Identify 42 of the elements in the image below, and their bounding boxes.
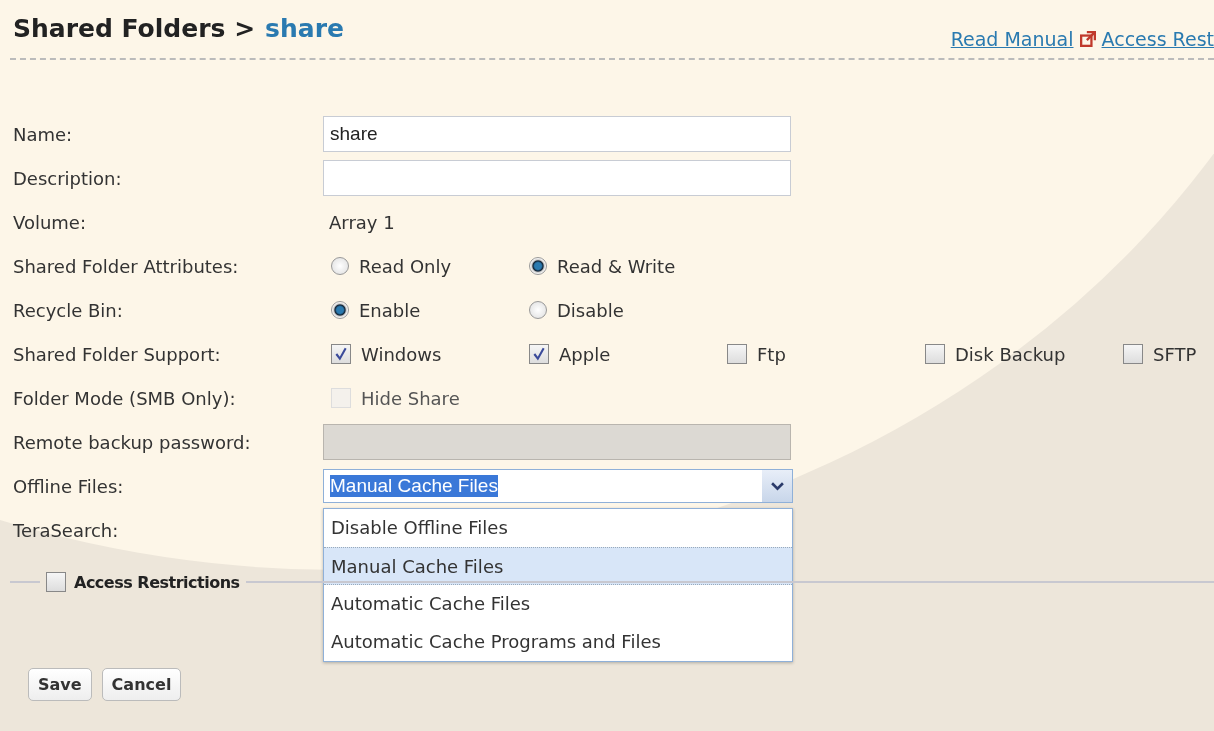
option-label: Hide Share [361,387,460,409]
field-label: Shared Folder Attributes: [12,255,240,277]
field-label: Offline Files: [12,475,125,497]
breadcrumb-current: share [265,14,344,43]
option-label: Disk Backup [955,343,1066,365]
option-label: Read Only [359,255,452,277]
field-label: Remote backup password: [12,431,252,453]
field-label: Recycle Bin: [12,299,124,321]
field-label: Folder Mode (SMB Only): [12,387,237,409]
checkbox[interactable] [331,344,351,364]
checkbox[interactable] [1123,344,1143,364]
dropdown-option[interactable]: Automatic Cache Files [324,585,792,623]
checkbox[interactable] [529,344,549,364]
field-label: Description: [12,167,123,189]
dropdown[interactable]: Manual Cache Files [323,469,793,503]
caret-icon [770,481,784,491]
checkbox[interactable] [925,344,945,364]
input-field[interactable] [323,160,791,196]
checkbox[interactable] [46,572,66,592]
input-field[interactable]: share [323,116,791,152]
header-link[interactable]: Read Manual [950,28,1074,50]
option-label: Ftp [757,343,786,365]
field-label: Volume: [12,211,87,233]
checkbox[interactable] [727,344,747,364]
option-label: Disable [557,299,624,321]
option-label: Enable [359,299,421,321]
dropdown-option[interactable]: Manual Cache Files [324,547,792,585]
header-link[interactable]: Access Rest [1101,28,1214,50]
field-label: Name: [12,123,74,145]
option-label: Apple [559,343,611,365]
dropdown-option[interactable]: Disable Offline Files [324,509,792,547]
page-title: Shared Folders > [13,14,256,43]
dropdown-option[interactable]: Automatic Cache Programs and Files [324,623,792,661]
field-value: Array 1 [328,211,395,233]
save-button[interactable]: Save [28,668,92,701]
cancel-button[interactable]: Cancel [101,668,182,701]
option-label: Read & Write [557,255,676,277]
option-label: SFTP [1153,343,1197,365]
field-label: TeraSearch: [12,519,120,541]
field-label: Shared Folder Support: [12,343,222,365]
option-label: Windows [361,343,442,365]
section-title: Access Restrictions [74,572,240,592]
